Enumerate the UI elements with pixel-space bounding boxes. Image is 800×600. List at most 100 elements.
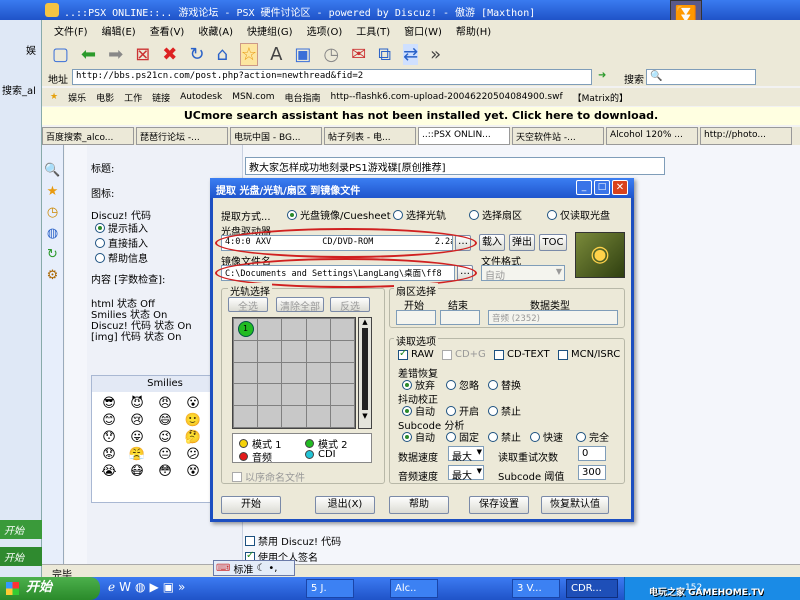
menu-edit[interactable]: 编辑(E) — [102, 23, 136, 38]
refresh-side-icon[interactable]: ↻ — [42, 247, 63, 262]
menu-file[interactable]: 文件(F) — [54, 23, 88, 38]
fav-item[interactable]: 【Matrix的】 — [573, 91, 628, 104]
format-select[interactable]: 自动 ▼ — [481, 265, 565, 282]
checkbox[interactable] — [245, 535, 255, 546]
track-scrollbar[interactable]: ▲ ▼ — [358, 317, 372, 429]
tab[interactable]: 百度搜索_alco... — [42, 127, 134, 145]
ime-bar[interactable]: ⌨ 标准 ☾ •, — [213, 560, 295, 576]
start-button[interactable]: 开始 — [221, 496, 281, 514]
subject-input[interactable]: 教大家怎样成功地刻录PS1游戏碟[原创推荐] — [245, 157, 665, 175]
ql-more-icon[interactable]: » — [178, 580, 185, 594]
tab-active[interactable]: ..::PSX ONLIN... — [418, 127, 510, 145]
smiley-icon[interactable]: 😵 — [180, 464, 206, 479]
clear-all-button[interactable]: 清除全部 — [276, 297, 324, 313]
menu-window[interactable]: 窗口(W) — [404, 23, 442, 38]
favorite-star-icon[interactable]: ☆ — [239, 42, 259, 66]
search-input[interactable]: 🔍 — [646, 69, 756, 85]
ql-desktop-icon[interactable]: ▣ — [163, 580, 174, 594]
eject-button[interactable]: 弹出 — [509, 234, 535, 251]
minimize-button[interactable]: _ — [576, 180, 592, 195]
menu-groups[interactable]: 快捷组(G) — [247, 23, 293, 38]
jitter-option[interactable]: 禁止 — [488, 403, 521, 418]
close-button[interactable]: ✕ — [612, 180, 628, 195]
cdg-check[interactable]: CD+G — [442, 349, 486, 360]
subcode-option[interactable]: 固定 — [446, 429, 479, 444]
radio[interactable] — [488, 405, 498, 416]
smiley-icon[interactable]: 😯 — [96, 430, 122, 445]
discuz-option[interactable]: 直接插入 — [95, 235, 148, 250]
clock-side-icon[interactable]: ◷ — [42, 205, 63, 220]
retry-input[interactable]: 0 — [578, 446, 606, 461]
task-item[interactable]: 5 J. — [306, 579, 354, 598]
fav-item[interactable]: 娱乐 — [68, 91, 86, 104]
menu-options[interactable]: 选项(O) — [307, 23, 343, 38]
restore-defaults-button[interactable]: 恢复默认值 — [541, 496, 609, 514]
threshold-input[interactable]: 300 — [578, 465, 606, 480]
gear-side-icon[interactable]: ⚙ — [42, 268, 63, 283]
radio[interactable] — [446, 431, 456, 442]
fav-item[interactable]: 电台指南 — [284, 91, 320, 104]
go-icon[interactable]: ➜ — [598, 70, 606, 81]
error-option[interactable]: 忽略 — [446, 377, 479, 392]
smiley-icon[interactable]: 😭 — [96, 464, 122, 479]
radio[interactable] — [469, 209, 479, 220]
smiley-icon[interactable]: 🤔 — [180, 430, 206, 445]
home-icon[interactable]: ⌂ — [216, 44, 227, 65]
tab[interactable]: Alcohol 120% ... — [606, 127, 698, 145]
load-button[interactable]: 载入 — [479, 234, 505, 251]
smiley-icon[interactable]: 😤 — [124, 447, 150, 462]
raw-check[interactable]: RAW — [398, 348, 434, 360]
subcode-option[interactable]: 禁止 — [488, 429, 521, 444]
radio[interactable] — [95, 222, 105, 233]
scroll-up-icon[interactable]: ▲ — [359, 318, 371, 326]
mcn-check[interactable]: MCN/ISRC — [558, 349, 620, 360]
smiley-icon[interactable]: 🙂 — [180, 413, 206, 428]
smiley-icon[interactable]: 😄 — [152, 413, 178, 428]
punct-icon[interactable]: •, — [268, 563, 277, 574]
more-icon[interactable]: » — [430, 44, 441, 65]
error-option[interactable]: 替换 — [488, 377, 521, 392]
sector-type-select[interactable]: 音频 (2352) — [488, 310, 618, 325]
ql-player-icon[interactable]: ▶ — [149, 580, 158, 594]
track-1[interactable]: 1 — [237, 321, 254, 338]
smiley-icon[interactable]: 😮 — [180, 396, 206, 411]
discuz-option[interactable]: 提示插入 — [95, 220, 148, 235]
help-button[interactable]: 帮助 — [389, 496, 449, 514]
jitter-option[interactable]: 开启 — [446, 403, 479, 418]
new-page-icon[interactable]: ▢ — [52, 44, 69, 65]
radio[interactable] — [547, 209, 557, 220]
scroll-down-icon[interactable]: ▼ — [359, 412, 371, 420]
ucmore-notice[interactable]: UCmore search assistant has not been ins… — [42, 107, 800, 125]
radio[interactable] — [95, 252, 105, 263]
checkbox[interactable] — [442, 349, 452, 360]
fav-item[interactable]: http--flashk6.com-upload-200462205040849… — [331, 92, 563, 102]
tab[interactable]: 电玩中国 - BG... — [230, 127, 322, 145]
maximize-button[interactable]: □ — [594, 180, 610, 195]
smiley-icon[interactable]: 😕 — [180, 447, 206, 462]
smiley-icon[interactable]: 😎 — [96, 396, 122, 411]
save-settings-button[interactable]: 保存设置 — [469, 496, 529, 514]
task-item-active[interactable]: CDR... — [566, 579, 618, 598]
data-speed-select[interactable]: 最大 ▼ — [448, 446, 484, 463]
sector-end-input[interactable] — [440, 310, 480, 325]
back-icon[interactable]: ⬅ — [81, 44, 96, 65]
tab[interactable]: 天空软件站 -... — [512, 127, 604, 145]
star-side-icon[interactable]: ★ — [42, 184, 63, 199]
select-all-button[interactable]: 全选 — [228, 297, 268, 313]
fav-item[interactable]: MSN.com — [232, 92, 274, 102]
smiley-icon[interactable]: 😳 — [152, 464, 178, 479]
radio[interactable] — [488, 431, 498, 442]
disable-discuz-row[interactable]: 禁用 Discuz! 代码 — [245, 533, 341, 548]
mail-icon[interactable]: ✉ — [351, 44, 366, 65]
invert-button[interactable]: 反选 — [330, 297, 370, 313]
cdtext-check[interactable]: CD-TEXT — [494, 349, 550, 360]
stop-all-icon[interactable]: ⊠ — [135, 44, 150, 65]
window-icon[interactable]: ▣ — [294, 44, 311, 65]
radio[interactable] — [488, 379, 498, 390]
tab[interactable]: http://photo... — [700, 127, 792, 145]
fav-item[interactable]: Autodesk — [180, 92, 222, 102]
smiley-icon[interactable]: 😐 — [152, 447, 178, 462]
radio[interactable] — [446, 405, 456, 416]
smiley-icon[interactable]: 😈 — [124, 396, 150, 411]
error-option[interactable]: 放弃 — [402, 377, 435, 392]
